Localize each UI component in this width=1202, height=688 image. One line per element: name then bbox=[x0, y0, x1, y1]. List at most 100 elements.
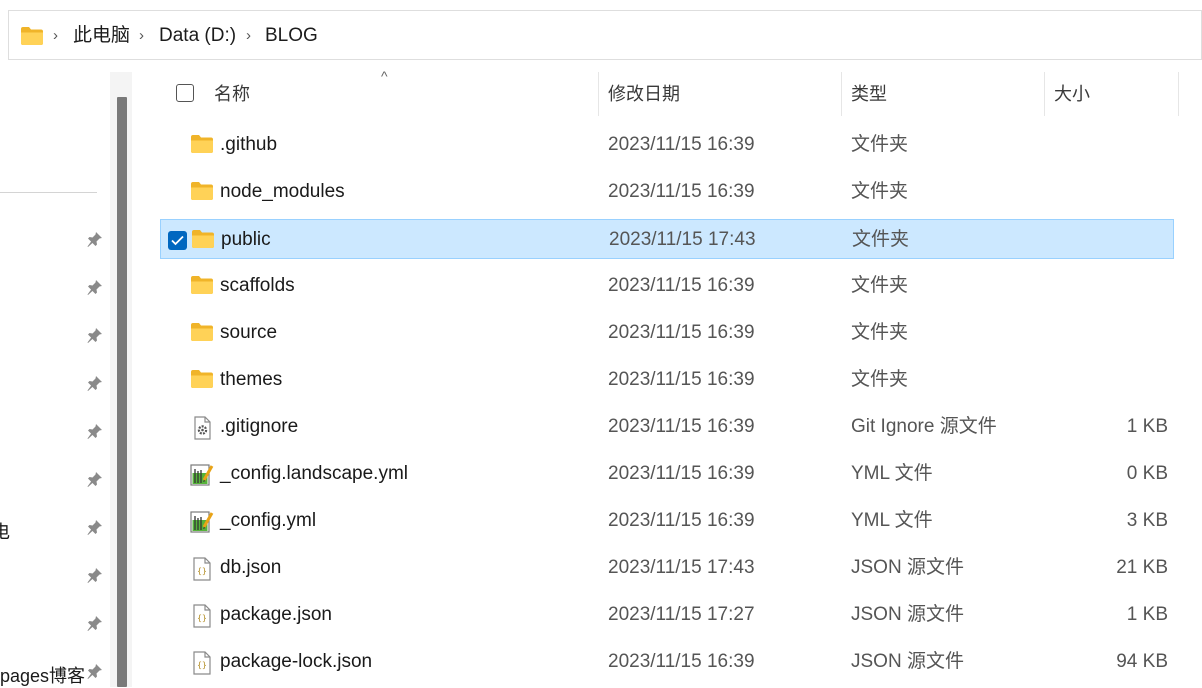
file-size: 1 KB bbox=[1126, 416, 1168, 437]
file-name: _config.yml bbox=[220, 510, 317, 531]
svg-text:{}: {} bbox=[197, 567, 207, 576]
file-type: Git Ignore 源文件 bbox=[851, 416, 997, 437]
pin-icon bbox=[86, 326, 104, 344]
nav-item-label[interactable]: 电 bbox=[0, 518, 10, 544]
file-modified-date: 2023/11/15 16:39 bbox=[608, 463, 755, 484]
navigation-pane: 电 pages博客 bbox=[0, 72, 108, 687]
pin-icon bbox=[86, 566, 104, 584]
folder-icon bbox=[190, 322, 214, 344]
chevron-right-icon: › bbox=[53, 27, 58, 44]
file-size: 3 KB bbox=[1126, 510, 1168, 531]
file-name: public bbox=[221, 229, 271, 250]
file-type: 文件夹 bbox=[851, 369, 909, 390]
scrollbar-thumb[interactable] bbox=[117, 97, 127, 687]
json-file-icon: {} bbox=[190, 651, 214, 675]
file-size: 1 KB bbox=[1126, 604, 1168, 625]
folder-icon bbox=[190, 181, 214, 203]
file-name: db.json bbox=[220, 557, 282, 578]
column-divider[interactable] bbox=[598, 72, 599, 116]
column-header-date[interactable]: 修改日期 bbox=[608, 72, 680, 116]
file-row[interactable]: {} db.json 2023/11/15 17:43 JSON 源文件 21 KB bbox=[160, 548, 1174, 588]
file-row[interactable]: {} package-lock.json 2023/11/15 16:39 JSON … bbox=[160, 642, 1174, 682]
column-divider[interactable] bbox=[841, 72, 842, 116]
column-header-type[interactable]: 类型 bbox=[851, 72, 887, 116]
pin-icon bbox=[86, 662, 104, 680]
file-row[interactable]: themes 2023/11/15 16:39 文件夹 bbox=[160, 360, 1174, 400]
file-modified-date: 2023/11/15 17:43 bbox=[608, 557, 755, 578]
breadcrumb-item[interactable]: BLOG bbox=[265, 11, 318, 61]
folder-icon bbox=[190, 134, 214, 156]
file-type: YML 文件 bbox=[851, 510, 933, 531]
column-header: ^ 名称 修改日期 类型 大小 bbox=[160, 68, 1202, 116]
file-modified-date: 2023/11/15 16:39 bbox=[608, 275, 755, 296]
file-name: scaffolds bbox=[220, 275, 295, 296]
file-name: package.json bbox=[220, 604, 332, 625]
pin-icon bbox=[86, 518, 104, 536]
file-size: 0 KB bbox=[1126, 463, 1168, 484]
file-modified-date: 2023/11/15 16:39 bbox=[608, 181, 755, 202]
nav-item-label[interactable]: pages博客 bbox=[0, 662, 85, 688]
file-modified-date: 2023/11/15 17:43 bbox=[609, 229, 756, 250]
file-type: 文件夹 bbox=[852, 229, 910, 250]
file-name: source bbox=[220, 322, 278, 343]
file-modified-date: 2023/11/15 16:39 bbox=[608, 322, 755, 343]
file-modified-date: 2023/11/15 16:39 bbox=[608, 651, 755, 672]
folder-icon bbox=[20, 26, 44, 51]
file-modified-date: 2023/11/15 16:39 bbox=[608, 134, 755, 155]
chevron-right-icon: › bbox=[139, 27, 144, 44]
file-row[interactable]: .github 2023/11/15 16:39 文件夹 bbox=[160, 125, 1174, 165]
file-name: themes bbox=[220, 369, 283, 390]
yml-file-icon bbox=[190, 463, 214, 486]
file-name: package-lock.json bbox=[220, 651, 373, 672]
file-name: node_modules bbox=[220, 181, 345, 202]
file-name: _config.landscape.yml bbox=[220, 463, 408, 484]
file-type: 文件夹 bbox=[851, 134, 909, 155]
file-modified-date: 2023/11/15 16:39 bbox=[608, 369, 755, 390]
svg-text:{}: {} bbox=[197, 614, 207, 623]
file-row[interactable]: node_modules 2023/11/15 16:39 文件夹 bbox=[160, 172, 1174, 212]
file-row[interactable]: _config.yml 2023/11/15 16:39 YML 文件 3 KB bbox=[160, 501, 1174, 541]
file-type: JSON 源文件 bbox=[851, 604, 964, 625]
file-size: 94 KB bbox=[1116, 651, 1168, 672]
json-file-icon: {} bbox=[190, 604, 214, 628]
column-header-size[interactable]: 大小 bbox=[1054, 72, 1090, 116]
breadcrumb-item[interactable]: 此电脑 bbox=[73, 11, 130, 61]
file-type: YML 文件 bbox=[851, 463, 933, 484]
pin-icon bbox=[86, 374, 104, 392]
row-checkbox-checked[interactable] bbox=[168, 231, 187, 250]
file-row[interactable]: .gitignore 2023/11/15 16:39 Git Ignore 源文件… bbox=[160, 407, 1174, 447]
pin-icon bbox=[86, 614, 104, 632]
folder-icon bbox=[191, 229, 215, 251]
address-bar[interactable]: › 此电脑 › Data (D:) › BLOG bbox=[8, 10, 1202, 60]
pin-icon bbox=[86, 230, 104, 248]
breadcrumb-item[interactable]: Data (D:) bbox=[159, 11, 236, 61]
chevron-right-icon: › bbox=[246, 27, 251, 44]
file-name: .github bbox=[220, 134, 278, 155]
file-row[interactable]: source 2023/11/15 16:39 文件夹 bbox=[160, 313, 1174, 353]
file-type: 文件夹 bbox=[851, 181, 909, 202]
json-file-icon: {} bbox=[190, 557, 214, 581]
file-type: JSON 源文件 bbox=[851, 557, 964, 578]
file-row[interactable]: scaffolds 2023/11/15 16:39 文件夹 bbox=[160, 266, 1174, 306]
column-header-name[interactable]: 名称 bbox=[214, 72, 250, 116]
file-type: 文件夹 bbox=[851, 275, 909, 296]
folder-icon bbox=[190, 275, 214, 297]
file-type: 文件夹 bbox=[851, 322, 909, 343]
select-all-checkbox[interactable] bbox=[176, 84, 194, 102]
file-name: .gitignore bbox=[220, 416, 299, 437]
file-modified-date: 2023/11/15 16:39 bbox=[608, 416, 755, 437]
folder-icon bbox=[190, 369, 214, 391]
yml-file-icon bbox=[190, 510, 214, 533]
file-modified-date: 2023/11/15 17:27 bbox=[608, 604, 755, 625]
column-divider[interactable] bbox=[1044, 72, 1045, 116]
file-type: JSON 源文件 bbox=[851, 651, 964, 672]
file-modified-date: 2023/11/15 16:39 bbox=[608, 510, 755, 531]
column-divider[interactable] bbox=[1178, 72, 1179, 116]
gear-file-icon bbox=[190, 416, 214, 440]
pin-icon bbox=[86, 278, 104, 296]
file-row[interactable]: {} package.json 2023/11/15 17:27 JSON 源文件 1 … bbox=[160, 595, 1174, 635]
file-row[interactable]: _config.landscape.yml 2023/11/15 16:39 YML… bbox=[160, 454, 1174, 494]
svg-text:{}: {} bbox=[197, 661, 207, 670]
nav-divider bbox=[0, 192, 97, 193]
file-row[interactable]: public 2023/11/15 17:43 文件夹 bbox=[160, 219, 1174, 259]
